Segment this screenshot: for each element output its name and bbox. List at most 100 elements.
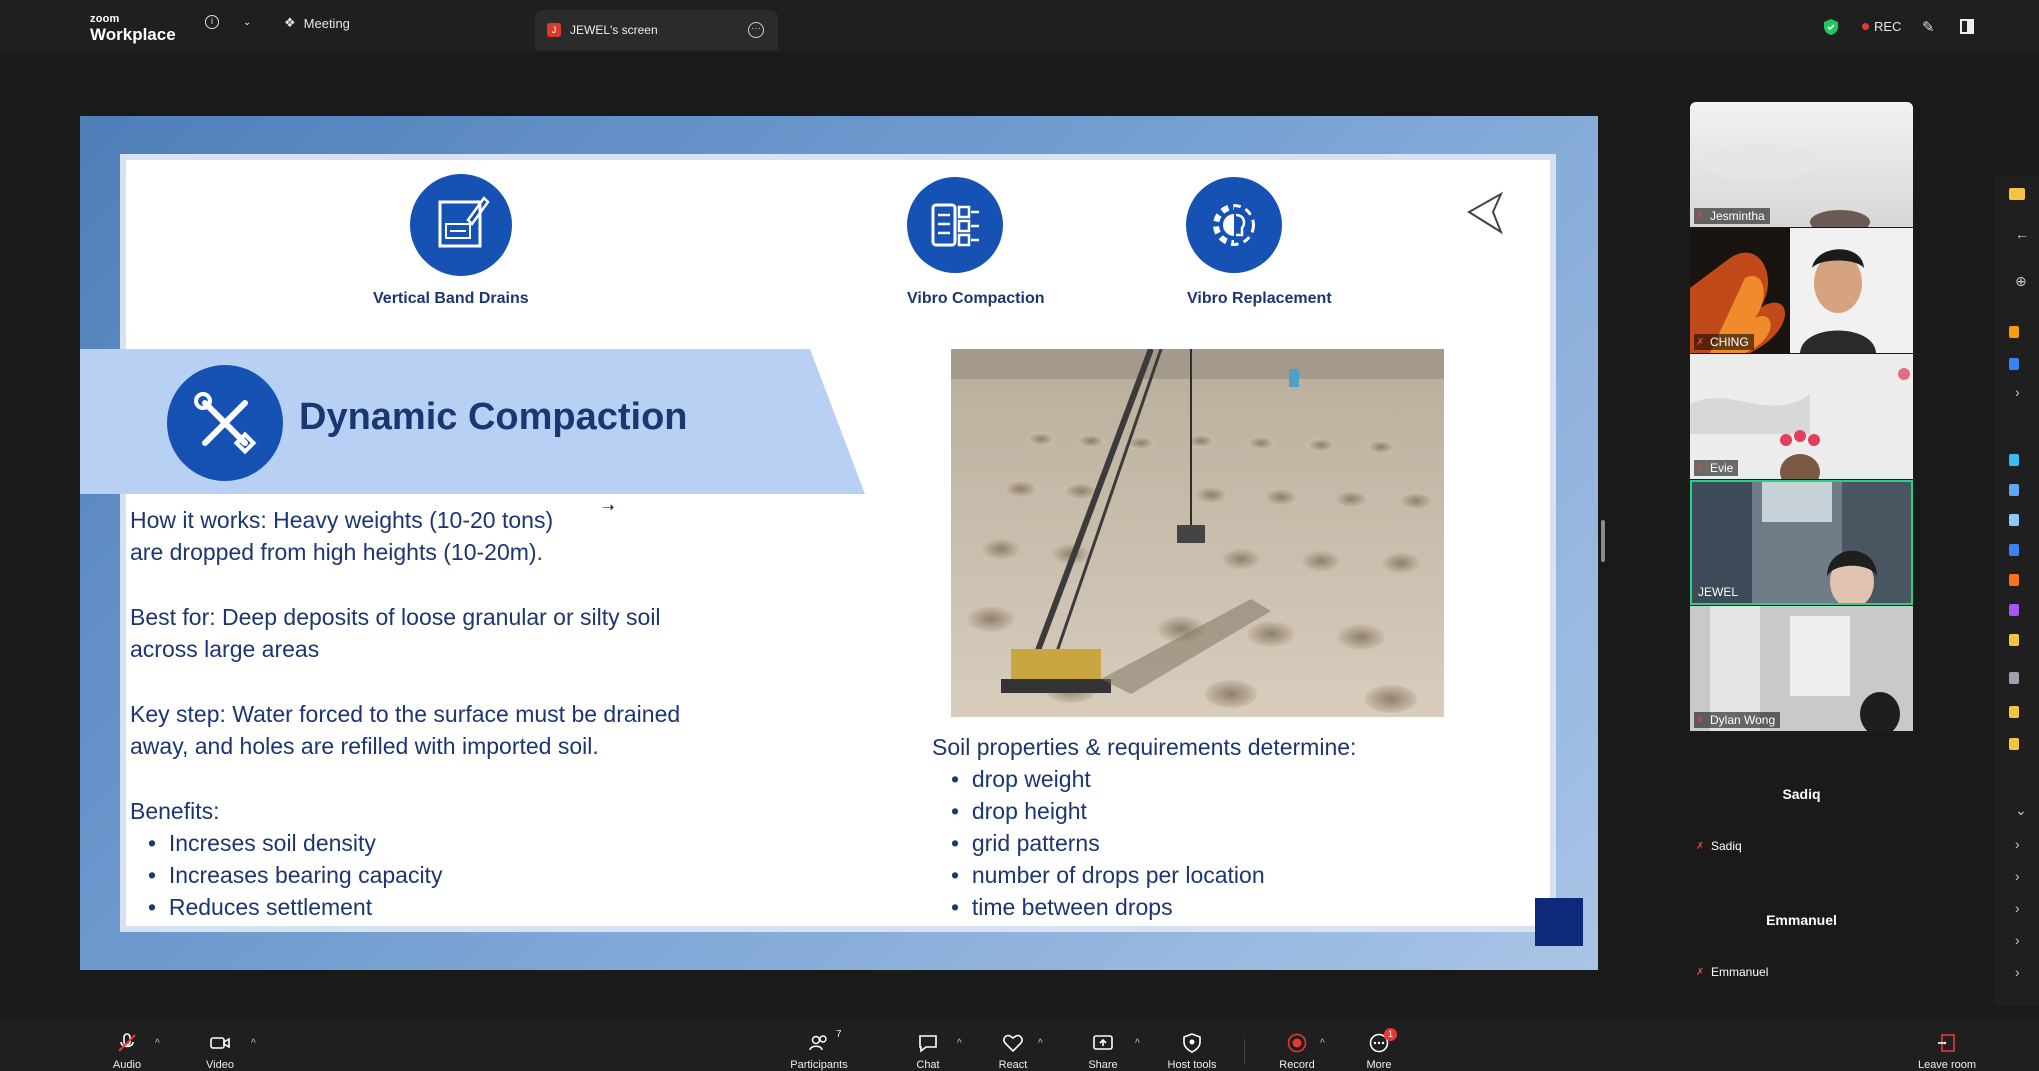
participants-label: Participants	[790, 1059, 848, 1071]
app-icon[interactable]	[2009, 604, 2019, 616]
app-icon[interactable]	[2009, 454, 2019, 466]
app-icon[interactable]	[2009, 358, 2019, 370]
shield-icon	[1181, 1033, 1203, 1053]
record-label: Record	[1279, 1059, 1315, 1071]
record-options-caret[interactable]: ^	[1320, 1038, 1325, 1049]
download-icon[interactable]	[2009, 484, 2019, 496]
screen-share-tab-label: JEWEL's screen	[570, 23, 658, 37]
chevron-right-icon[interactable]: ›	[2015, 900, 2020, 916]
video-label: Video	[206, 1059, 234, 1071]
toolbar-divider	[1244, 1039, 1245, 1063]
participant-name: Emmanuel	[1711, 965, 1769, 979]
participant-label: ✗ Evie	[1694, 460, 1739, 476]
share-options-caret[interactable]: ^	[1135, 1038, 1140, 1049]
recording-indicator[interactable]: REC	[1862, 19, 1901, 34]
paw-icon: ❖	[284, 15, 296, 30]
participant-name: Sadiq	[1711, 839, 1742, 853]
host-tools-button[interactable]: Host tools	[1164, 1033, 1220, 1071]
react-options-caret[interactable]: ^	[1038, 1038, 1043, 1049]
mic-muted-icon: ✗	[1696, 210, 1705, 222]
sharer-avatar: J	[547, 23, 561, 37]
app-icon[interactable]	[2009, 514, 2019, 526]
brand-top: zoom	[90, 13, 120, 25]
meeting-menu[interactable]: ❖ Meeting	[284, 15, 350, 31]
back-arrow-icon[interactable]: ←	[2015, 226, 2029, 242]
participant-tile-sadiq-title[interactable]: Sadiq	[1690, 786, 1913, 802]
app-icon[interactable]	[2009, 544, 2019, 556]
audio-button[interactable]: Audio	[110, 1033, 144, 1071]
video-tile-evie[interactable]: ✗ Evie	[1690, 354, 1913, 479]
cloud-icon[interactable]	[2009, 672, 2019, 684]
folder-icon[interactable]	[2009, 706, 2019, 718]
view-layout-icon[interactable]	[1960, 19, 1974, 34]
leave-door-icon	[1936, 1033, 1958, 1053]
participant-label: ✗ CHING	[1694, 334, 1754, 350]
security-shield-icon[interactable]	[1823, 18, 1839, 36]
video-button[interactable]: Video	[205, 1033, 235, 1071]
participant-tile-emmanuel-title[interactable]: Emmanuel	[1690, 912, 1913, 928]
chat-label: Chat	[916, 1059, 940, 1071]
mic-muted-icon: ✗	[1696, 336, 1705, 348]
panel-resize-handle[interactable]	[1601, 520, 1605, 562]
leave-room-button[interactable]: Leave room	[1915, 1033, 1979, 1071]
video-tile-ching[interactable]: ✗ CHING	[1690, 228, 1913, 353]
annotate-icon[interactable]: ✎	[1922, 18, 1935, 36]
share-screen-icon	[1092, 1033, 1114, 1053]
chevron-right-icon[interactable]: ›	[2015, 384, 2020, 400]
chat-button[interactable]: Chat	[914, 1033, 942, 1071]
participants-button[interactable]: 7 Participants	[786, 1029, 852, 1071]
record-icon	[1286, 1033, 1308, 1053]
chevron-right-icon[interactable]: ›	[2015, 836, 2020, 852]
chevron-right-icon[interactable]: ›	[2015, 932, 2020, 948]
heart-icon	[1002, 1033, 1024, 1053]
mic-muted-icon: ✗	[1696, 966, 1705, 978]
leave-room-label: Leave room	[1917, 1059, 1977, 1071]
home-icon[interactable]	[2009, 326, 2019, 338]
more-options-icon[interactable]: ···	[748, 22, 764, 38]
participant-name: Evie	[1710, 461, 1734, 475]
participant-name: Jesmintha	[1710, 209, 1765, 223]
side-dock: ← ⊕ › ⌄ › › › › ›	[1995, 176, 2039, 1006]
video-camera-icon	[209, 1033, 231, 1053]
participant-name: CHING	[1710, 335, 1749, 349]
chevron-down-icon[interactable]: ⌄	[2015, 802, 2027, 819]
record-dot-icon	[1862, 23, 1869, 30]
chevron-right-icon[interactable]: ›	[2015, 868, 2020, 884]
share-label: Share	[1088, 1059, 1118, 1071]
rec-label: REC	[1874, 19, 1902, 34]
more-button[interactable]: 1 More	[1362, 1028, 1397, 1071]
folder-icon[interactable]	[2009, 188, 2025, 200]
more-label: More	[1366, 1059, 1392, 1071]
chat-options-caret[interactable]: ^	[957, 1038, 962, 1049]
share-button[interactable]: Share	[1086, 1033, 1120, 1071]
meeting-info-button[interactable]: i ⌄	[205, 15, 251, 29]
chevron-down-icon[interactable]: ⌄	[243, 17, 251, 28]
video-tile-dylan-wong[interactable]: ✗ Dylan Wong	[1690, 606, 1913, 731]
mic-muted-icon: ✗	[1696, 714, 1705, 726]
mic-muted-icon	[116, 1033, 138, 1053]
mic-muted-icon: ✗	[1696, 462, 1705, 474]
folder-icon[interactable]	[2009, 634, 2019, 646]
video-tile-jesmintha[interactable]: ✗ Jesmintha	[1690, 102, 1913, 227]
participant-label: ✗ Jesmintha	[1694, 208, 1770, 224]
host-tools-label: Host tools	[1167, 1059, 1217, 1071]
audio-options-caret[interactable]: ^	[155, 1038, 160, 1049]
folder-icon[interactable]	[2009, 738, 2019, 750]
zoom-workplace-logo: zoom Workplace	[90, 13, 176, 44]
chevron-right-icon[interactable]: ›	[2015, 964, 2020, 980]
screen-share-tab[interactable]: J JEWEL's screen ···	[535, 10, 778, 50]
record-button[interactable]: Record	[1277, 1033, 1317, 1071]
top-bar: zoom Workplace i ⌄ ❖ Meeting J JEWEL's s…	[0, 0, 2039, 52]
participant-name: JEWEL	[1698, 585, 1739, 599]
participant-label: JEWEL	[1696, 584, 1743, 600]
react-button[interactable]: React	[996, 1033, 1030, 1071]
participant-tile-emmanuel-label: ✗ Emmanuel	[1696, 965, 1768, 979]
video-tile-jewel[interactable]: JEWEL	[1690, 480, 1913, 605]
participant-label: ✗ Dylan Wong	[1694, 712, 1781, 728]
mic-muted-icon: ✗	[1696, 840, 1705, 852]
add-circle-icon[interactable]: ⊕	[2015, 273, 2027, 290]
audio-label: Audio	[112, 1059, 142, 1071]
video-options-caret[interactable]: ^	[251, 1038, 256, 1049]
more-icon: 1	[1368, 1028, 1397, 1053]
app-icon[interactable]	[2009, 574, 2019, 586]
